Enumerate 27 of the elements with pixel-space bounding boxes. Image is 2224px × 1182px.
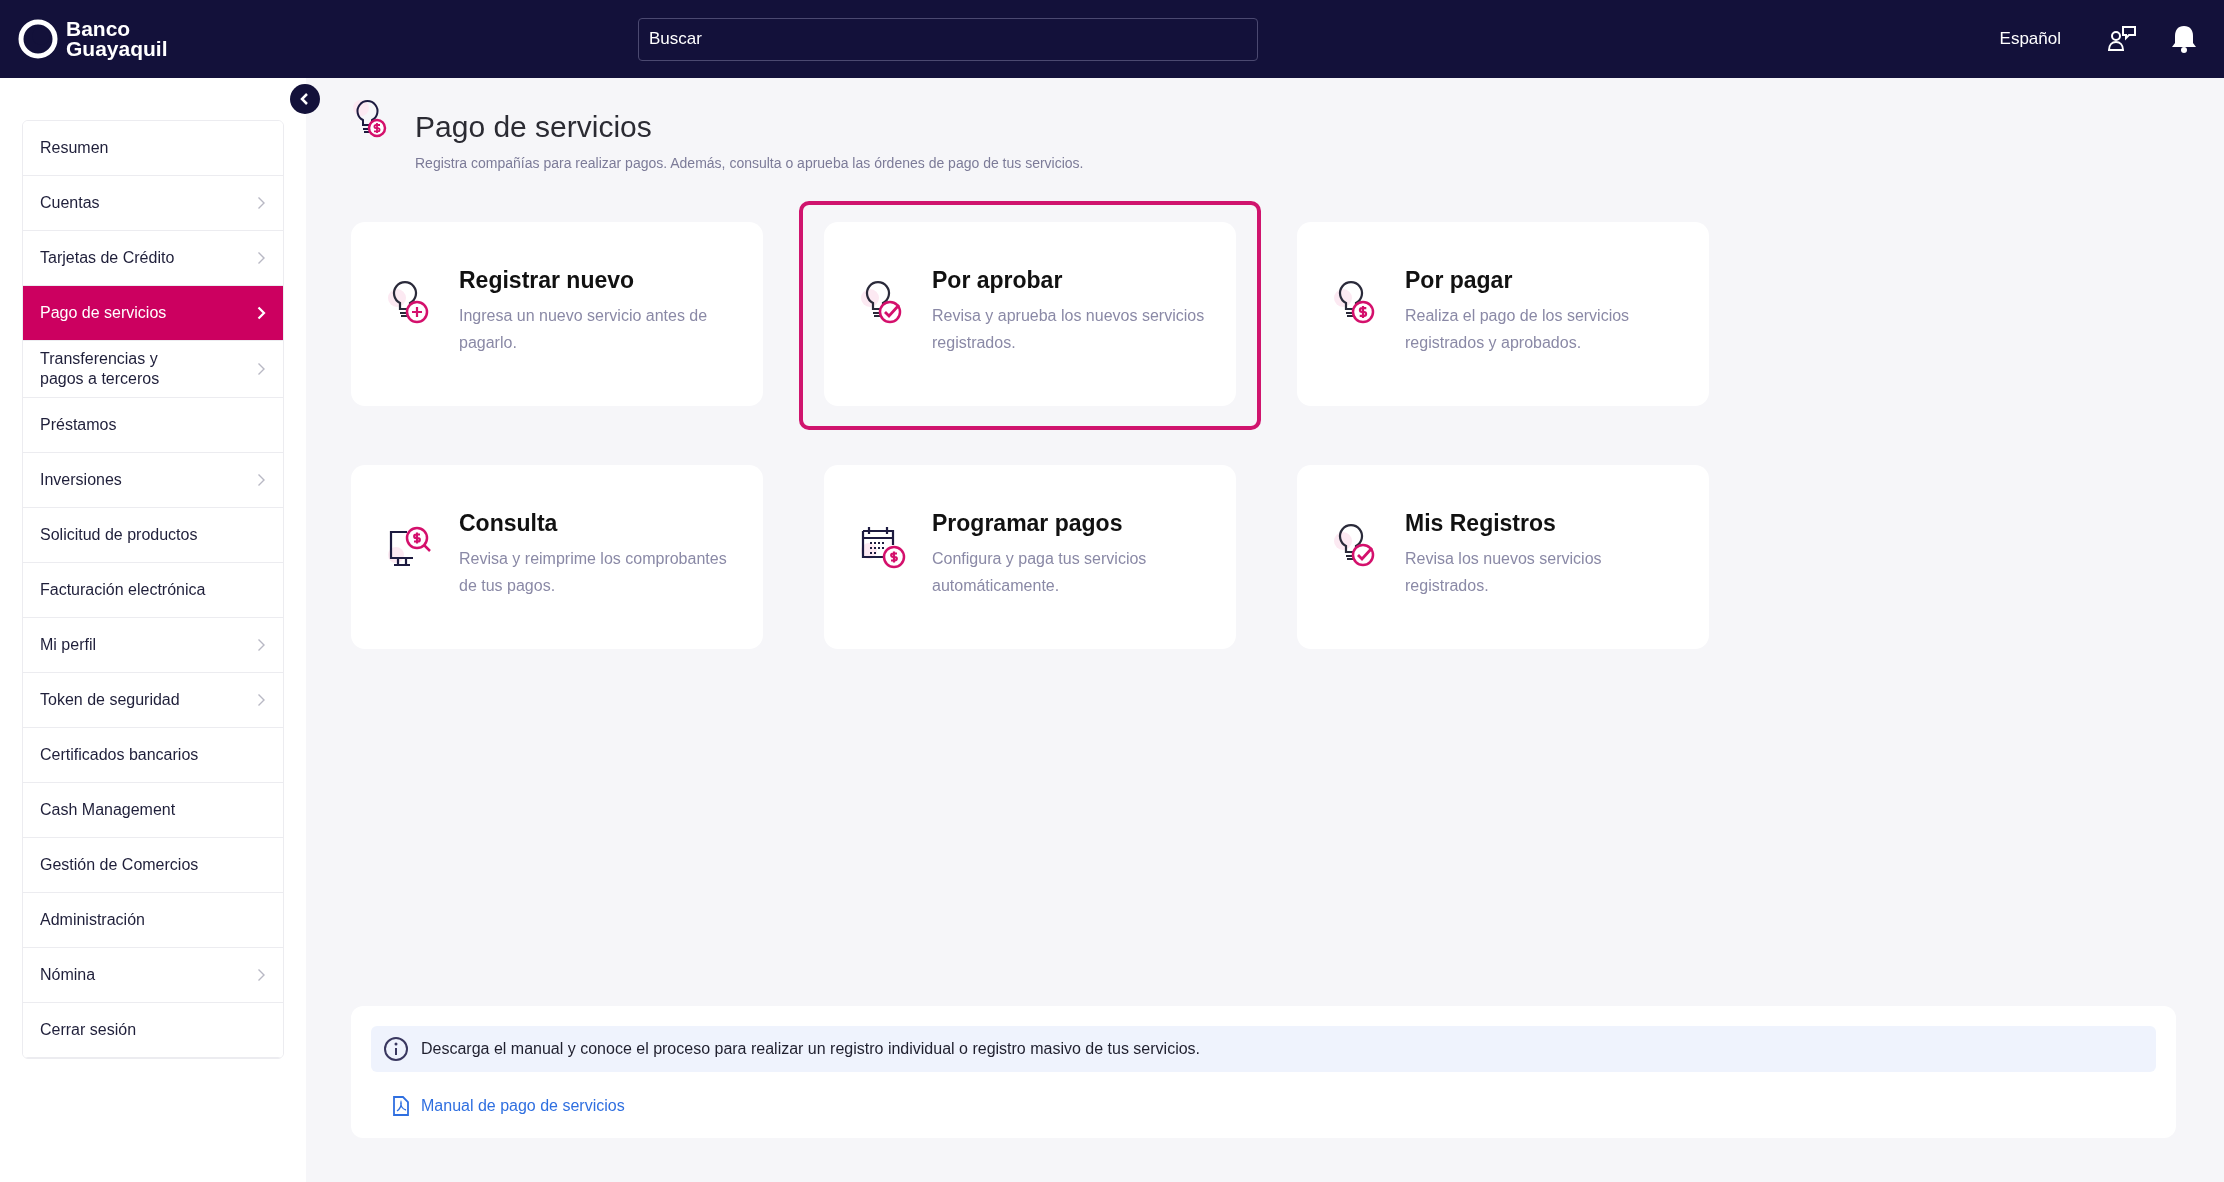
service-card[interactable]: Por pagar Realiza el pago de los servicios registrados y aprobados. xyxy=(1297,222,1709,406)
card-description: Configura y paga tus servicios automáticamente. xyxy=(932,549,1148,596)
card-description: Revisa y reimprime los comprobantes de tus pagos. xyxy=(459,549,728,596)
card-title: Por pagar xyxy=(1405,266,1514,294)
language-selector[interactable]: Español xyxy=(1999,26,2061,52)
page-title: Pago de servicios xyxy=(415,109,653,145)
service-card[interactable]: Programar pagos Configura y paga tus servicios automáticamente. xyxy=(824,465,1236,649)
card-description: Realiza el pago de los servicios registrados y aprobados. xyxy=(1405,306,1631,353)
card-title: Programar pagos xyxy=(932,509,1124,537)
service-card[interactable]: Por aprobar Revisa y aprueba los nuevos servicios registrados. xyxy=(824,222,1236,406)
sidebar-item[interactable]: Pago de servicios xyxy=(23,286,283,341)
card-title: Mis Registros xyxy=(1405,509,1557,537)
info-message: Descarga el manual y conoce el proceso para realizar un registro individual o registro masivo de tus servicios. xyxy=(421,1039,1201,1059)
sidebar-item[interactable]: Resumen xyxy=(23,121,283,176)
service-card[interactable]: Mis Registros Revisa los nuevos servicios registrados. xyxy=(1297,465,1709,649)
card-title: Por aprobar xyxy=(932,266,1064,294)
service-card[interactable]: Consulta Revisa y reimprime los comprobantes de tus pagos. xyxy=(351,465,763,649)
search-field[interactable]: Buscar xyxy=(638,17,1258,61)
card-title: Registrar nuevo xyxy=(459,266,636,294)
service-card[interactable]: Registrar nuevo Ingresa un nuevo servicio antes de pagarlo. xyxy=(351,222,763,406)
card-description: Revisa los nuevos servicios registrados. xyxy=(1405,549,1603,596)
manual-link[interactable]: Manual de pago de servicios xyxy=(371,1094,2156,1118)
card-title: Consulta xyxy=(459,509,559,537)
card-description: Ingresa un nuevo servicio antes de pagarlo. xyxy=(459,306,709,353)
card-description: Revisa y aprueba los nuevos servicios registrados. xyxy=(932,306,1206,353)
page-subtitle: Registra compañías para realizar pagos. Además, consulta o aprueba las órdenes de pago de tus servicios. xyxy=(415,154,1084,173)
brand-name: Banco Guayaquil xyxy=(66,19,168,59)
